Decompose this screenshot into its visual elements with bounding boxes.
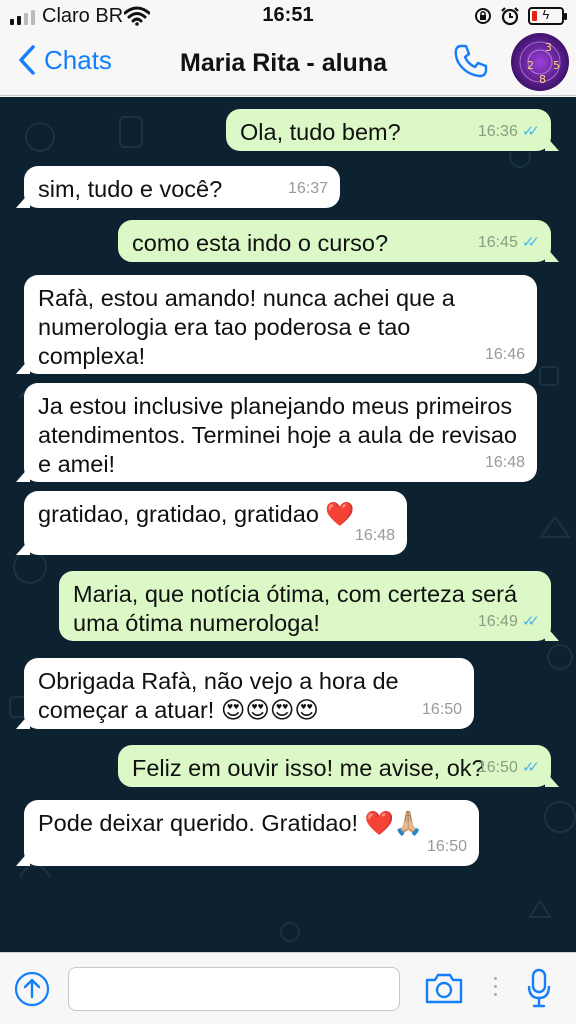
contact-name[interactable]: Maria Rita - aluna <box>180 49 387 78</box>
avatar-digit: 3 <box>545 41 552 54</box>
message-text: Feliz em ouvir isso! me avise, ok? <box>132 755 485 781</box>
back-label: Chats <box>44 44 112 75</box>
message-time: 16:49 <box>477 613 518 630</box>
avatar-digit: 5 <box>553 59 560 72</box>
message-text: sim, tudo e você? <box>38 176 223 202</box>
message-time: 16:48 <box>484 454 525 471</box>
microphone-icon[interactable] <box>526 967 552 1009</box>
message-bubble-incoming[interactable]: sim, tudo e você? 16:37 <box>16 166 340 208</box>
message-time: 16:45 <box>477 234 518 251</box>
smiling-emoji: 😍😍😍😍 <box>220 697 319 723</box>
message-bubble-incoming[interactable]: Pode deixar querido. Gratidao! ❤️🙏🏼 16:5… <box>16 800 479 866</box>
message-time: 16:46 <box>484 346 525 363</box>
message-text: Obrigada Rafà, não vejo a hora de começa… <box>38 668 399 723</box>
message-bubble-outgoing[interactable]: como esta indo o curso? 16:45 ✓✓ <box>118 220 559 262</box>
status-bar: Claro BR 16:51 ϟ <box>0 0 576 32</box>
double-check-icon: ✓✓ <box>521 613 540 630</box>
chevron-left-icon <box>19 45 35 75</box>
message-text: Ja estou inclusive planejando meus prime… <box>38 393 517 477</box>
message-bubble-outgoing[interactable]: Maria, que notícia ótima, com certeza se… <box>59 571 559 641</box>
chat-area[interactable]: Ola, tudo bem? 16:36 ✓✓ sim, tudo e você?… <box>0 97 576 952</box>
message-input[interactable] <box>68 967 400 1011</box>
message-time: 16:50 <box>421 701 462 718</box>
composer-bar <box>0 952 576 1024</box>
avatar-digit: 2 <box>527 59 534 72</box>
message-text: gratidao, gratidao, gratidao <box>38 501 319 527</box>
message-time: 16:50 <box>426 838 467 855</box>
message-text: Pode deixar querido. Gratidao! <box>38 810 359 836</box>
orientation-lock-icon <box>475 8 491 24</box>
message-bubble-incoming[interactable]: Obrigada Rafà, não vejo a hora de começa… <box>16 658 474 729</box>
message-text: como esta indo o curso? <box>132 230 389 256</box>
message-bubble-outgoing[interactable]: Feliz em ouvir isso! me avise, ok? 16:50… <box>118 745 559 787</box>
message-bubble-incoming[interactable]: gratidao, gratidao, gratidao ❤️ 16:48 <box>16 491 407 555</box>
heart-pray-emoji: ❤️🙏🏼 <box>364 810 424 836</box>
chat-header: Chats Maria Rita - aluna 3 2 8 5 <box>0 32 576 96</box>
message-bubble-outgoing[interactable]: Ola, tudo bem? 16:36 ✓✓ <box>226 109 559 151</box>
battery-icon: ϟ <box>528 7 567 25</box>
more-dots-icon <box>494 977 497 996</box>
message-text: Rafà, estou amando! nunca achei que a nu… <box>38 285 455 369</box>
double-check-icon: ✓✓ <box>521 234 540 251</box>
message-time: 16:50 <box>477 759 518 776</box>
double-check-icon: ✓✓ <box>521 759 540 776</box>
back-button[interactable]: Chats <box>18 44 112 76</box>
phone-icon[interactable] <box>452 42 490 80</box>
message-time: 16:36 <box>477 123 518 140</box>
heart-emoji: ❤️ <box>325 501 355 527</box>
message-bubble-incoming[interactable]: Rafà, estou amando! nunca achei que a nu… <box>16 275 537 374</box>
plus-circle-icon[interactable] <box>14 971 50 1007</box>
message-text: Maria, que notícia ótima, com certeza se… <box>73 581 518 636</box>
avatar[interactable]: 3 2 8 5 <box>511 33 569 91</box>
message-time: 16:48 <box>354 527 395 544</box>
avatar-digit: 8 <box>539 73 546 86</box>
message-time: 16:37 <box>287 180 328 197</box>
camera-icon[interactable] <box>424 971 464 1005</box>
alarm-icon <box>501 7 519 26</box>
double-check-icon: ✓✓ <box>521 123 540 140</box>
message-text: Ola, tudo bem? <box>240 119 401 145</box>
message-bubble-incoming[interactable]: Ja estou inclusive planejando meus prime… <box>16 383 537 482</box>
